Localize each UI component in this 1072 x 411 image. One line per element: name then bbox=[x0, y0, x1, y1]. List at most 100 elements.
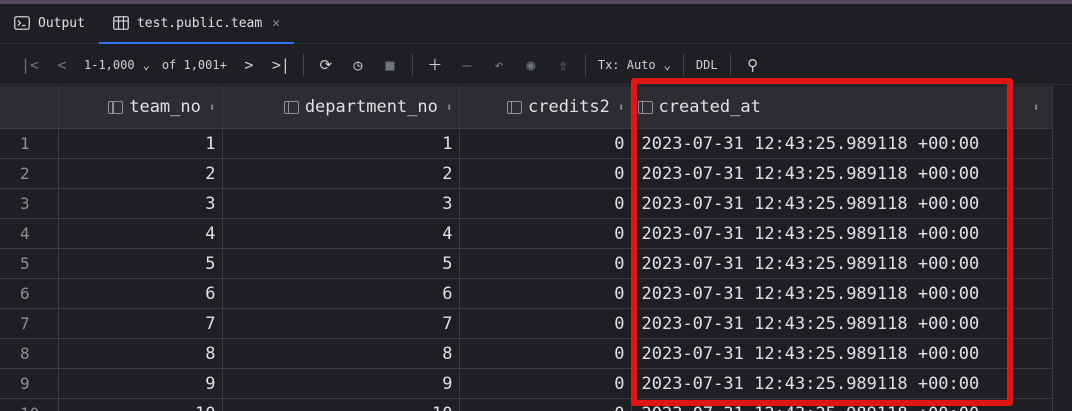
cell-credits2[interactable]: 0 bbox=[459, 158, 632, 189]
row-number: 3 bbox=[0, 188, 59, 219]
table-row[interactable]: 9 9 9 0 2023-07-31 12:43:25.989118 +00:00 bbox=[0, 368, 1053, 399]
cell-credits2[interactable]: 0 bbox=[459, 368, 632, 399]
sort-icon[interactable]: ⬍ bbox=[618, 101, 625, 114]
cell-department-no[interactable]: 7 bbox=[222, 308, 460, 339]
history-clock-icon[interactable]: ◷ bbox=[344, 51, 372, 79]
cell-credits2[interactable]: 0 bbox=[459, 278, 632, 309]
cell-department-no[interactable]: 2 bbox=[222, 158, 460, 189]
sort-icon[interactable]: ⬍ bbox=[1033, 101, 1040, 114]
column-icon bbox=[283, 100, 299, 114]
close-icon[interactable]: ✕ bbox=[272, 16, 280, 31]
data-editor-toolbar: |< < 1-1,000 ⌄ of 1,001+ > >| ⟳ ◷ ■ ＋ — … bbox=[0, 45, 1072, 85]
table-row[interactable]: 4 4 4 0 2023-07-31 12:43:25.989118 +00:00 bbox=[0, 218, 1053, 249]
row-number: 6 bbox=[0, 278, 59, 309]
cell-credits2[interactable]: 0 bbox=[459, 338, 632, 369]
first-page-icon[interactable]: |< bbox=[16, 51, 44, 79]
cell-created-at[interactable]: 2023-07-31 12:43:25.989118 +00:00 bbox=[631, 128, 1053, 159]
cell-team-no[interactable]: 5 bbox=[58, 248, 223, 279]
next-page-icon[interactable]: > bbox=[235, 51, 263, 79]
cell-created-at[interactable]: 2023-07-31 12:43:25.989118 +00:00 bbox=[631, 338, 1053, 369]
page-range-label: 1-1,000 bbox=[84, 57, 135, 72]
previous-page-icon[interactable]: < bbox=[48, 51, 76, 79]
row-number-header bbox=[0, 86, 59, 129]
toolbar-separator bbox=[302, 53, 304, 76]
cell-department-no[interactable]: 5 bbox=[222, 248, 460, 279]
cell-created-at[interactable]: 2023-07-31 12:43:25.989118 +00:00 bbox=[631, 278, 1053, 309]
cell-created-at[interactable]: 2023-07-31 12:43:25.989118 +00:00 bbox=[631, 248, 1053, 279]
column-header-team-no[interactable]: team_no ⬍ bbox=[58, 86, 223, 129]
chevron-down-icon: ⌄ bbox=[663, 57, 671, 72]
cell-created-at[interactable]: 2023-07-31 12:43:25.989118 +00:00 bbox=[631, 398, 1053, 411]
row-number: 5 bbox=[0, 248, 59, 279]
cell-created-at[interactable]: 2023-07-31 12:43:25.989118 +00:00 bbox=[631, 158, 1053, 189]
transaction-mode-selector[interactable]: Tx: Auto ⌄ bbox=[592, 51, 677, 79]
cell-team-no[interactable]: 9 bbox=[58, 368, 223, 399]
tab-output-label: Output bbox=[38, 15, 85, 31]
result-grid: team_no ⬍ department_no ⬍ credits2 ⬍ cre… bbox=[0, 86, 1072, 411]
cell-team-no[interactable]: 7 bbox=[58, 308, 223, 339]
cell-credits2[interactable]: 0 bbox=[459, 188, 632, 219]
terminal-icon bbox=[14, 16, 30, 30]
stop-icon[interactable]: ■ bbox=[376, 51, 404, 79]
cell-department-no[interactable]: 1 bbox=[222, 128, 460, 159]
cell-credits2[interactable]: 0 bbox=[459, 248, 632, 279]
row-total-label: of 1,001+ bbox=[161, 57, 227, 72]
cell-team-no[interactable]: 10 bbox=[58, 398, 223, 411]
sort-icon[interactable]: ⬍ bbox=[209, 101, 216, 114]
refresh-icon[interactable]: ⟳ bbox=[312, 51, 340, 79]
column-header-credits2[interactable]: credits2 ⬍ bbox=[459, 86, 632, 129]
cell-department-no[interactable]: 6 bbox=[222, 278, 460, 309]
pin-icon[interactable]: ⚲ bbox=[739, 51, 767, 79]
cell-created-at[interactable]: 2023-07-31 12:43:25.989118 +00:00 bbox=[631, 188, 1053, 219]
toolbar-separator bbox=[411, 53, 413, 76]
tab-test-public-team[interactable]: test.public.team ✕ bbox=[98, 3, 295, 44]
column-icon bbox=[108, 100, 124, 114]
table-row[interactable]: 2 2 2 0 2023-07-31 12:43:25.989118 +00:00 bbox=[0, 158, 1053, 189]
cell-department-no[interactable]: 4 bbox=[222, 218, 460, 249]
column-icon bbox=[637, 100, 653, 114]
cell-department-no[interactable]: 10 bbox=[222, 398, 460, 411]
cell-created-at[interactable]: 2023-07-31 12:43:25.989118 +00:00 bbox=[631, 308, 1053, 339]
cell-credits2[interactable]: 0 bbox=[459, 128, 632, 159]
column-name: credits2 bbox=[527, 97, 610, 117]
cell-department-no[interactable]: 3 bbox=[222, 188, 460, 219]
table-row[interactable]: 5 5 5 0 2023-07-31 12:43:25.989118 +00:00 bbox=[0, 248, 1053, 279]
cell-team-no[interactable]: 6 bbox=[58, 278, 223, 309]
cell-credits2[interactable]: 0 bbox=[459, 308, 632, 339]
tab-output[interactable]: Output bbox=[0, 3, 99, 43]
view-changes-icon[interactable]: ◉ bbox=[517, 51, 545, 79]
table-row[interactable]: 8 8 8 0 2023-07-31 12:43:25.989118 +00:00 bbox=[0, 338, 1053, 369]
page-range-selector[interactable]: 1-1,000 ⌄ bbox=[78, 51, 156, 79]
row-number: 9 bbox=[0, 368, 59, 399]
cell-department-no[interactable]: 9 bbox=[222, 368, 460, 399]
cell-credits2[interactable]: 0 bbox=[459, 398, 632, 411]
column-header-department-no[interactable]: department_no ⬍ bbox=[222, 86, 460, 129]
table-row[interactable]: 7 7 7 0 2023-07-31 12:43:25.989118 +00:00 bbox=[0, 308, 1053, 339]
sort-icon[interactable]: ⬍ bbox=[446, 101, 453, 114]
table-row[interactable]: 10101002023-07-31 12:43:25.989118 +00:00 bbox=[0, 398, 1053, 411]
cell-credits2[interactable]: 0 bbox=[459, 218, 632, 249]
ddl-button[interactable]: DDL bbox=[690, 51, 724, 79]
cell-created-at[interactable]: 2023-07-31 12:43:25.989118 +00:00 bbox=[631, 368, 1053, 399]
submit-icon[interactable]: ⇧ bbox=[549, 51, 577, 79]
revert-icon[interactable]: ↶ bbox=[485, 51, 513, 79]
cell-team-no[interactable]: 2 bbox=[58, 158, 223, 189]
result-rows: 1 1 1 0 2023-07-31 12:43:25.989118 +00:00 2 2 2… bbox=[0, 128, 1053, 411]
row-number: 10 bbox=[0, 398, 59, 411]
table-row[interactable]: 3 3 3 0 2023-07-31 12:43:25.989118 +00:00 bbox=[0, 188, 1053, 219]
delete-row-icon[interactable]: — bbox=[453, 51, 481, 79]
table-row[interactable]: 6 6 6 0 2023-07-31 12:43:25.989118 +00:00 bbox=[0, 278, 1053, 309]
last-page-icon[interactable]: >| bbox=[267, 51, 295, 79]
cell-team-no[interactable]: 4 bbox=[58, 218, 223, 249]
add-row-icon[interactable]: ＋ bbox=[421, 51, 449, 79]
cell-department-no[interactable]: 8 bbox=[222, 338, 460, 369]
cell-team-no[interactable]: 1 bbox=[58, 128, 223, 159]
transaction-mode-label: Tx: Auto bbox=[597, 57, 656, 72]
table-row[interactable]: 1 1 1 0 2023-07-31 12:43:25.989118 +00:00 bbox=[0, 128, 1053, 159]
cell-created-at[interactable]: 2023-07-31 12:43:25.989118 +00:00 bbox=[631, 218, 1053, 249]
column-name: department_no bbox=[304, 97, 438, 117]
cell-team-no[interactable]: 3 bbox=[58, 188, 223, 219]
cell-team-no[interactable]: 8 bbox=[58, 338, 223, 369]
column-name: team_no bbox=[129, 97, 201, 117]
column-header-created-at[interactable]: created_at ⬍ bbox=[631, 86, 1053, 129]
